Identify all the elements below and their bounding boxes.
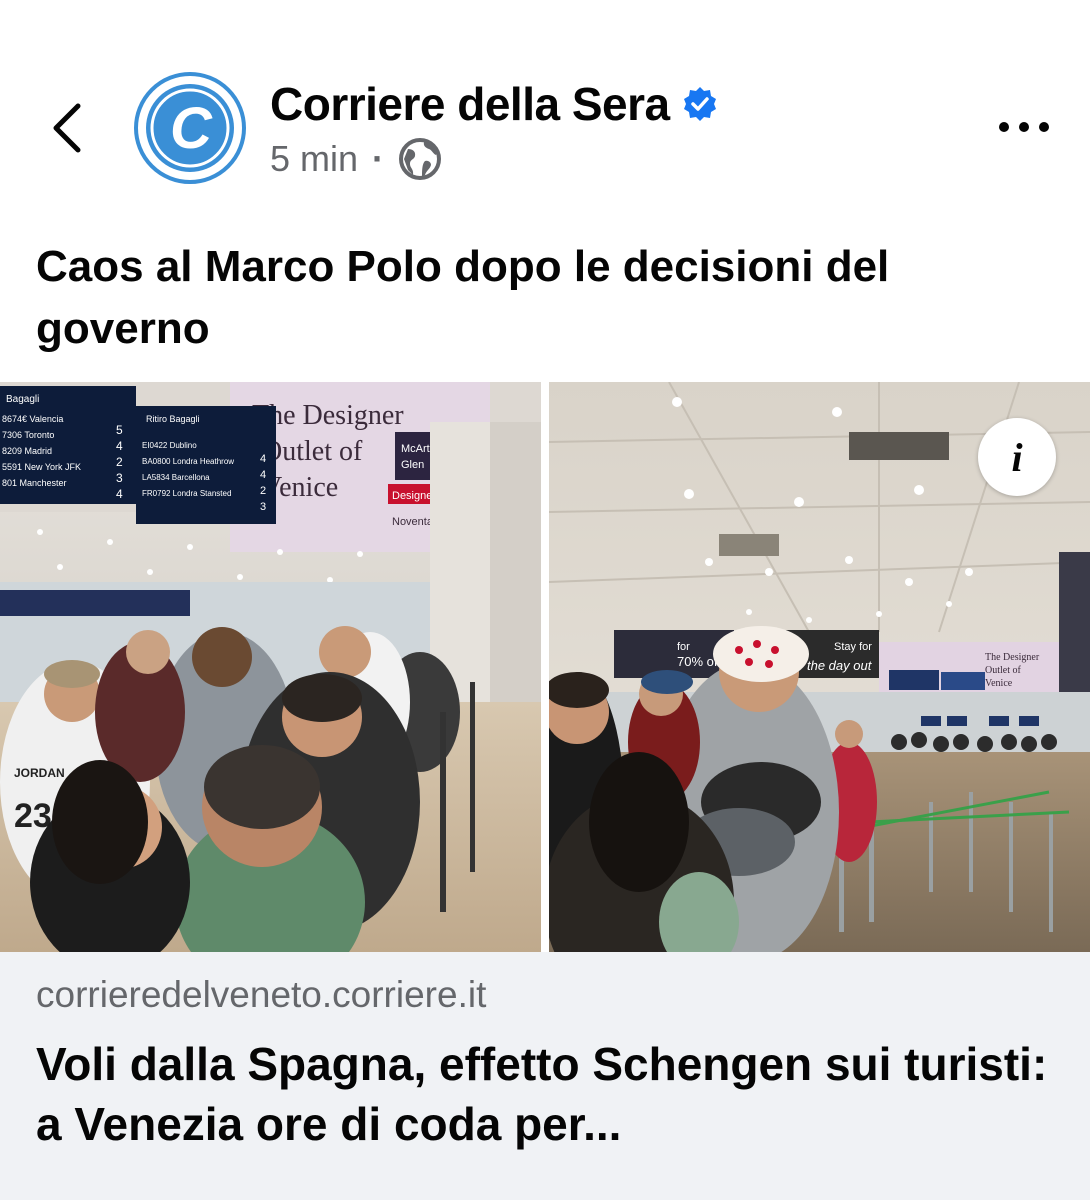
board1-title: Bagagli [6,394,39,405]
verified-badge-icon [683,87,716,121]
post-meta: 5 min · [270,136,442,182]
back-button[interactable] [44,98,94,158]
name-row: Corriere della Sera [270,76,718,132]
right-ad-2-line-2: the day out [807,658,873,673]
board2-num-3: 2 [260,485,266,497]
post-header: C Corriere della Sera 5 min · [0,0,1090,200]
airport-queue-photo-left: The Designer Outlet of Venice McArthur G… [0,382,541,952]
page-name[interactable]: Corriere della Sera [270,77,670,131]
chevron-left-icon [53,103,81,153]
banner-logo-2: Glen [401,459,424,471]
post-time[interactable]: 5 min [270,138,358,180]
board1-num-4: 3 [116,471,123,485]
board2-row-4: FR0792 Londra Stansted [142,489,231,498]
board2-num-2: 4 [260,469,266,481]
board1-num-1: 5 [116,423,123,437]
right-ad-2-line-1: Stay for [834,641,872,653]
corriere-logo: C [134,72,246,184]
board2-row-1: EI0422 Dublino [142,441,197,450]
link-title[interactable]: Voli dalla Spagna, effetto Schengen sui … [36,1034,1056,1154]
info-button[interactable]: i [978,418,1056,496]
post-caption: Caos al Marco Polo dopo le decisioni del… [36,242,890,353]
board1-num-5: 4 [116,487,123,501]
board1-row-2: 7306 Toronto [2,430,54,440]
board1-num-2: 4 [116,439,123,453]
board1-row-4: 5591 New York JFK [2,462,81,472]
board2-num-1: 4 [260,453,266,465]
right-banner-line-3: Venice [985,678,1013,689]
photo-left[interactable]: The Designer Outlet of Venice McArthur G… [0,382,541,952]
more-options-button[interactable] [996,112,1052,142]
board1-row-5: 801 Manchester [2,478,67,488]
right-banner-line-2: Outlet of [985,665,1021,676]
photo-divider [541,382,549,952]
globe-icon[interactable] [398,137,442,181]
right-banner-line-1: The Designer [985,652,1040,663]
board2-row-2: BA0800 Londra Heathrow [142,457,234,466]
board2-row-3: LA5834 Barcellona [142,473,210,482]
board1-num-3: 2 [116,455,123,469]
shirt-text: JORDAN [14,766,65,780]
meta-separator: · [372,138,385,179]
board2-num-4: 3 [260,501,266,513]
board1-row-1: 8674€ Valencia [2,414,63,424]
avatar-letter: C [170,96,213,161]
board1-row-3: 8209 Madrid [2,446,52,456]
board2-title: Ritiro Bagagli [146,414,200,424]
banner-line-2: Outlet of [262,436,363,467]
more-horizontal-icon [999,122,1049,132]
right-ad-1-line-1: for [677,641,690,653]
link-domain: corrieredelveneto.corriere.it [36,974,487,1015]
page-avatar[interactable]: C [134,72,246,184]
